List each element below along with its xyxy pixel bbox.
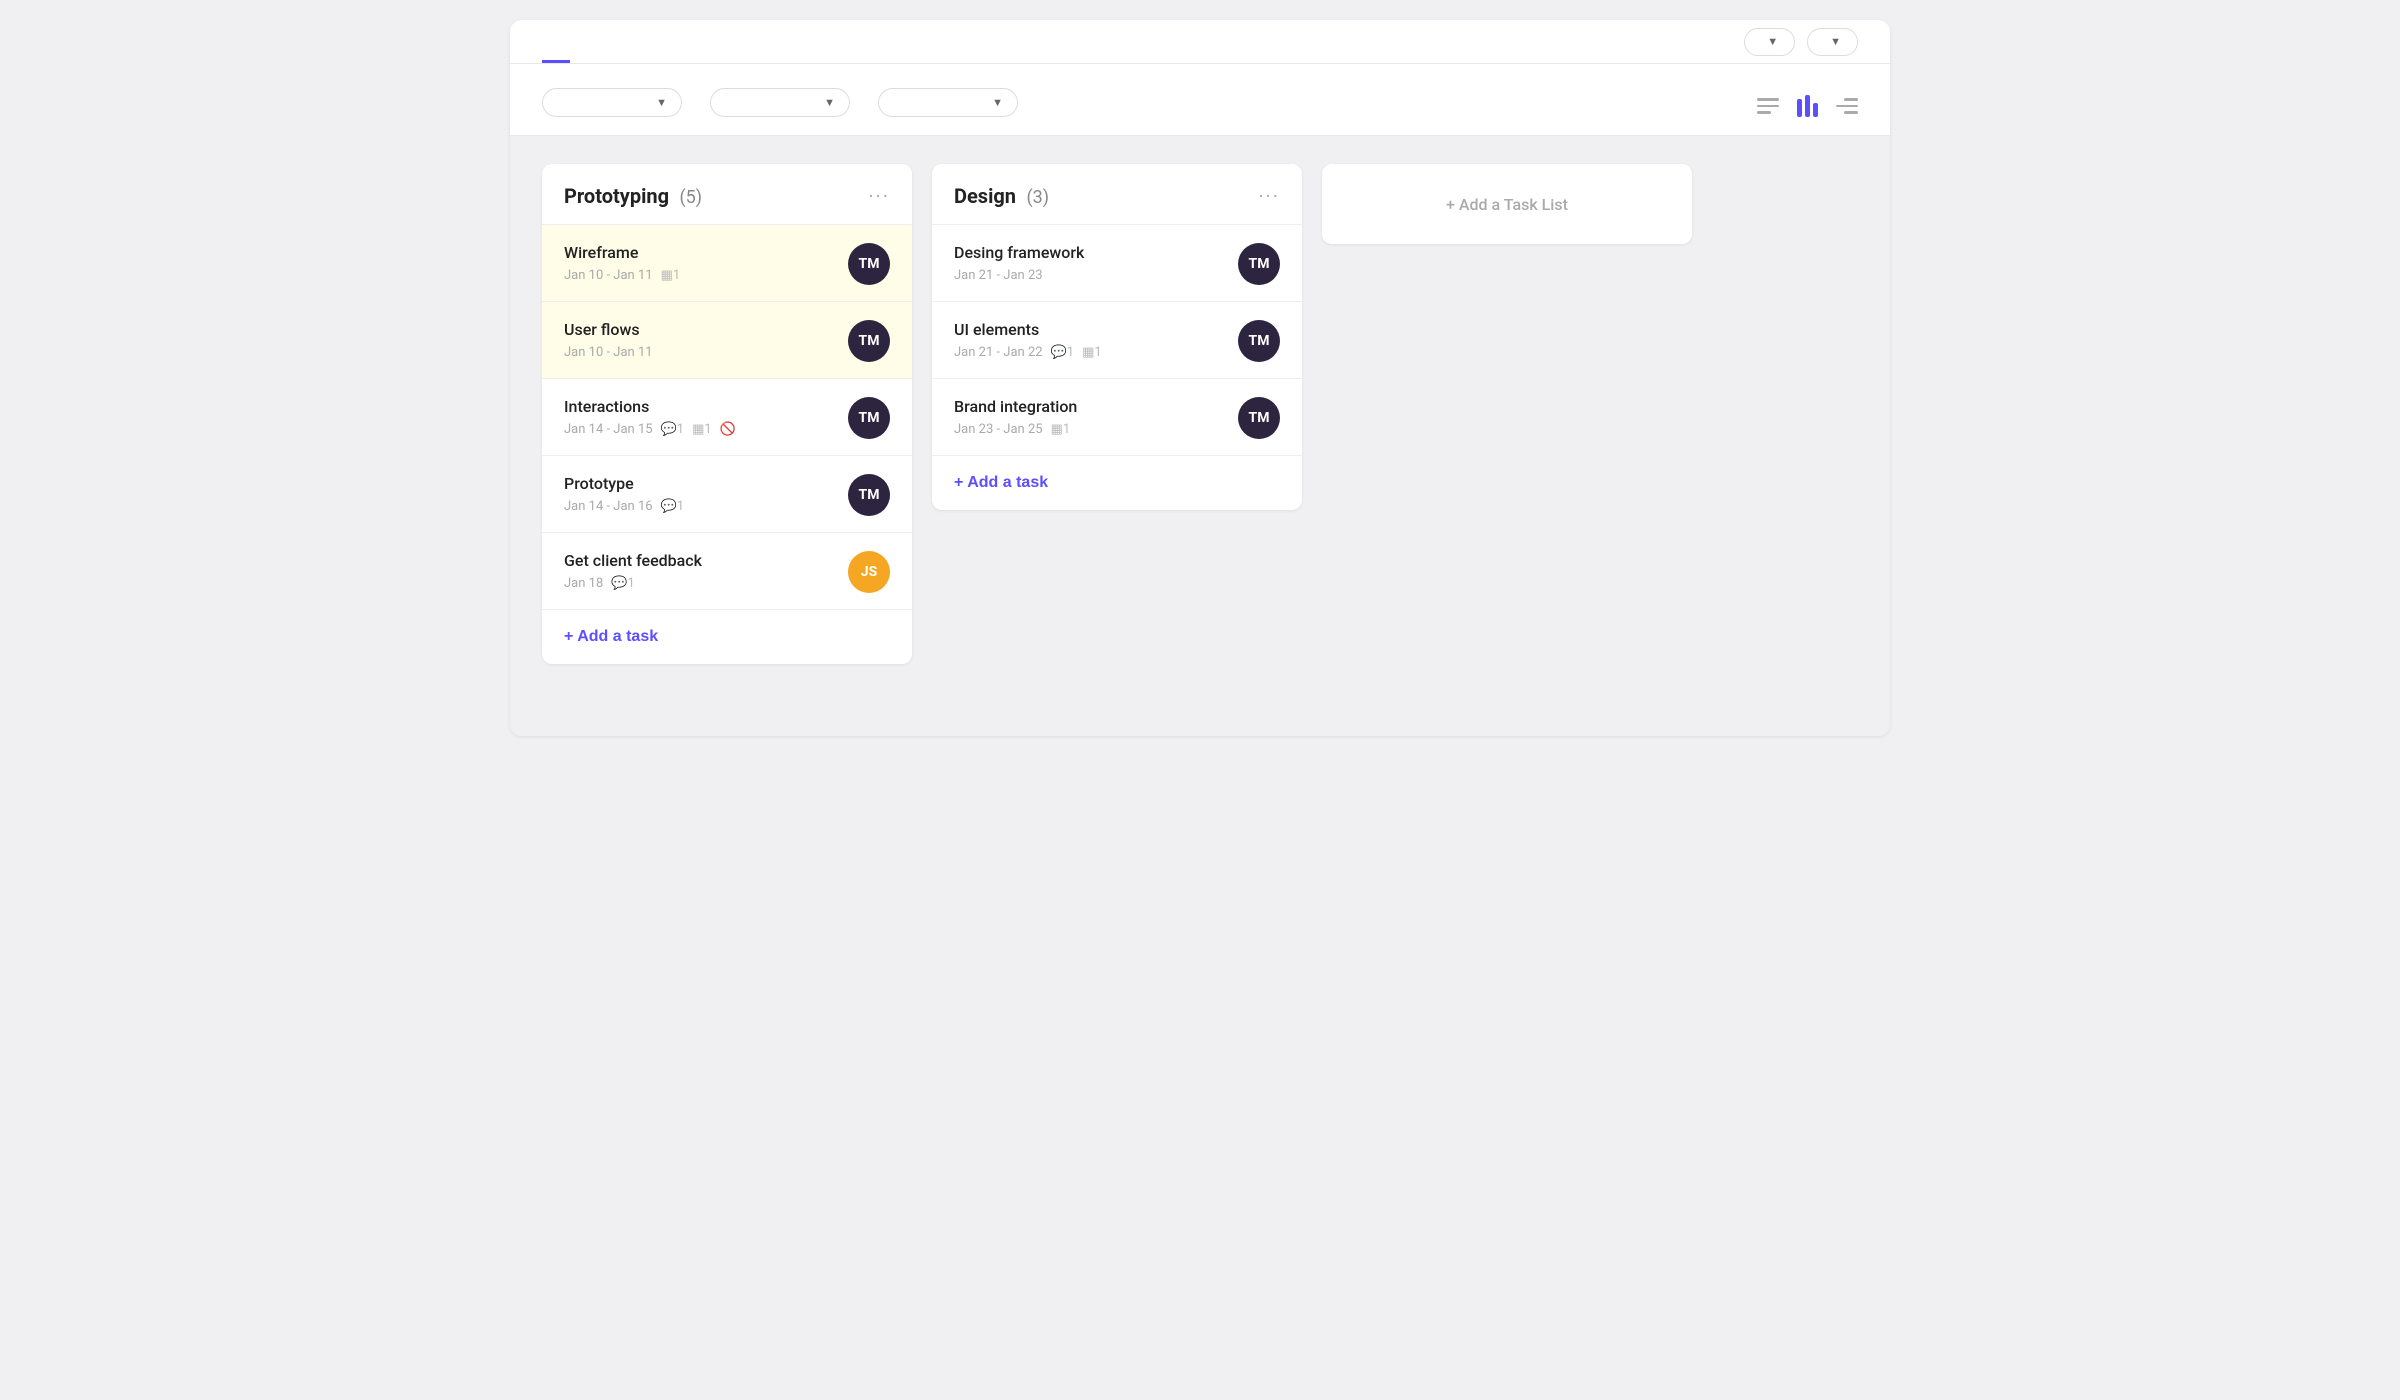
task-name-t3: Interactions xyxy=(564,397,836,416)
filter-icon: ▦1 xyxy=(1051,422,1071,437)
task-meta-d3: Jan 23 - Jan 25 ▦1 xyxy=(954,422,1226,437)
tab-activity[interactable] xyxy=(746,20,774,63)
tab-tasks[interactable] xyxy=(542,20,570,63)
board-view-toggle[interactable] xyxy=(1797,95,1818,117)
column-header-prototyping: Prototyping (5) ··· xyxy=(542,164,912,224)
comment-icon: 💬1 xyxy=(661,422,685,437)
task-date-d3: Jan 23 - Jan 25 xyxy=(954,422,1043,437)
list-view-icon xyxy=(1757,98,1779,114)
filter-icon: ▦1 xyxy=(692,422,712,437)
task-name-t4: Prototype xyxy=(564,474,836,493)
task-meta-t1: Jan 10 - Jan 11 ▦1 xyxy=(564,268,836,283)
project-info-chevron-icon: ▼ xyxy=(1830,36,1841,48)
tab-discussions[interactable] xyxy=(576,20,604,63)
top-nav: ▼ ▼ xyxy=(510,20,1890,64)
task-card-d1[interactable]: Desing framework Jan 21 - Jan 23 TM xyxy=(932,224,1302,301)
task-card-t4[interactable]: Prototype Jan 14 - Jan 16 💬1 TM xyxy=(542,455,912,532)
avatar-d3: TM xyxy=(1238,397,1280,439)
filters-left: ▼ ▼ ▼ xyxy=(542,82,1018,117)
task-name-t5: Get client feedback xyxy=(564,551,836,570)
assigned-to-chevron-icon: ▼ xyxy=(656,96,667,109)
column-menu-design[interactable]: ··· xyxy=(1258,184,1280,208)
comment-icon: 💬1 xyxy=(611,576,635,591)
column-menu-prototyping[interactable]: ··· xyxy=(868,184,890,208)
task-meta-d2: Jan 21 - Jan 22 💬1 ▦1 xyxy=(954,345,1226,360)
task-card-t2[interactable]: User flows Jan 10 - Jan 11 TM xyxy=(542,301,912,378)
task-meta-t5: Jan 18 💬1 xyxy=(564,576,836,591)
task-name-d2: UI elements xyxy=(954,320,1226,339)
task-date-t4: Jan 14 - Jan 16 xyxy=(564,499,653,514)
task-date-t1: Jan 10 - Jan 11 xyxy=(564,268,653,283)
tab-files[interactable] xyxy=(610,20,638,63)
comment-icon: 💬1 xyxy=(1051,345,1075,360)
avatar-t3: TM xyxy=(848,397,890,439)
people-chevron-icon: ▼ xyxy=(1767,36,1778,48)
labeled-with-filter: ▼ xyxy=(878,82,1018,117)
people-button[interactable]: ▼ xyxy=(1744,28,1795,56)
view-toggles xyxy=(1757,95,1858,117)
task-name-t2: User flows xyxy=(564,320,836,339)
main-container: ▼ ▼ ▼ ▼ xyxy=(510,20,1890,736)
assigned-to-filter: ▼ xyxy=(542,82,682,117)
labeled-with-chevron-icon: ▼ xyxy=(992,96,1003,109)
task-card-t1[interactable]: Wireframe Jan 10 - Jan 11 ▦1 TM xyxy=(542,224,912,301)
add-task-row-prototyping: + Add a task xyxy=(542,609,912,664)
tab-time[interactable] xyxy=(678,20,706,63)
due-on-chevron-icon: ▼ xyxy=(824,96,835,109)
task-date-d2: Jan 21 - Jan 22 xyxy=(954,345,1043,360)
tab-expenses[interactable] xyxy=(712,20,740,63)
due-on-filter: ▼ xyxy=(710,82,850,117)
comment-icon: 💬1 xyxy=(661,499,685,514)
task-meta-t4: Jan 14 - Jan 16 💬1 xyxy=(564,499,836,514)
column-title-prototyping: Prototyping xyxy=(564,184,669,208)
filter-icon: ▦1 xyxy=(661,268,681,283)
task-date-d1: Jan 21 - Jan 23 xyxy=(954,268,1043,283)
list-view-toggle[interactable] xyxy=(1757,98,1779,114)
column-count-design: (3) xyxy=(1022,187,1049,208)
nav-right: ▼ ▼ xyxy=(1744,28,1858,56)
column-prototyping: Prototyping (5) ··· Wireframe Jan 10 - Jan … xyxy=(542,164,912,664)
due-on-select[interactable]: ▼ xyxy=(710,88,850,117)
task-meta-t2: Jan 10 - Jan 11 xyxy=(564,345,836,360)
labeled-with-select[interactable]: ▼ xyxy=(878,88,1018,117)
task-card-t5[interactable]: Get client feedback Jan 18 💬1 JS xyxy=(542,532,912,609)
task-name-d1: Desing framework xyxy=(954,243,1226,262)
add-task-button-design[interactable]: + Add a task xyxy=(954,474,1048,492)
task-card-t3[interactable]: Interactions Jan 14 - Jan 15 💬1 ▦1 🚫 TM xyxy=(542,378,912,455)
task-meta-d1: Jan 21 - Jan 23 xyxy=(954,268,1226,283)
add-task-row-design: + Add a task xyxy=(932,455,1302,510)
task-card-d2[interactable]: UI elements Jan 21 - Jan 22 💬1 ▦1 TM xyxy=(932,301,1302,378)
grouped-view-icon xyxy=(1836,98,1858,114)
avatar-t2: TM xyxy=(848,320,890,362)
column-count-prototyping: (5) xyxy=(675,187,702,208)
add-task-list-column[interactable]: + Add a Task List xyxy=(1322,164,1692,244)
project-info-button[interactable]: ▼ xyxy=(1807,28,1858,56)
avatar-d1: TM xyxy=(1238,243,1280,285)
task-name-d3: Brand integration xyxy=(954,397,1226,416)
avatar-d2: TM xyxy=(1238,320,1280,362)
assigned-to-select[interactable]: ▼ xyxy=(542,88,682,117)
avatar-t1: TM xyxy=(848,243,890,285)
task-card-d3[interactable]: Brand integration Jan 23 - Jan 25 ▦1 TM xyxy=(932,378,1302,455)
column-header-design: Design (3) ··· xyxy=(932,164,1302,224)
task-date-t2: Jan 10 - Jan 11 xyxy=(564,345,653,360)
task-name-t1: Wireframe xyxy=(564,243,836,262)
task-date-t3: Jan 14 - Jan 15 xyxy=(564,422,653,437)
hidden-icon: 🚫 xyxy=(720,422,736,437)
task-date-t5: Jan 18 xyxy=(564,576,603,591)
filter-icon: ▦1 xyxy=(1082,345,1102,360)
grouped-view-toggle[interactable] xyxy=(1836,98,1858,114)
add-task-list-button: + Add a Task List xyxy=(1446,195,1568,214)
nav-tabs xyxy=(542,20,774,63)
filters-row: ▼ ▼ ▼ xyxy=(510,64,1890,136)
board-area: Prototyping (5) ··· Wireframe Jan 10 - Jan … xyxy=(510,136,1890,736)
avatar-t5: JS xyxy=(848,551,890,593)
board-view-icon xyxy=(1797,95,1818,117)
column-title-design: Design xyxy=(954,184,1016,208)
column-design: Design (3) ··· Desing framework Jan 21 - Ja… xyxy=(932,164,1302,510)
tab-notes[interactable] xyxy=(644,20,672,63)
add-task-button-prototyping[interactable]: + Add a task xyxy=(564,628,658,646)
avatar-t4: TM xyxy=(848,474,890,516)
task-meta-t3: Jan 14 - Jan 15 💬1 ▦1 🚫 xyxy=(564,422,836,437)
